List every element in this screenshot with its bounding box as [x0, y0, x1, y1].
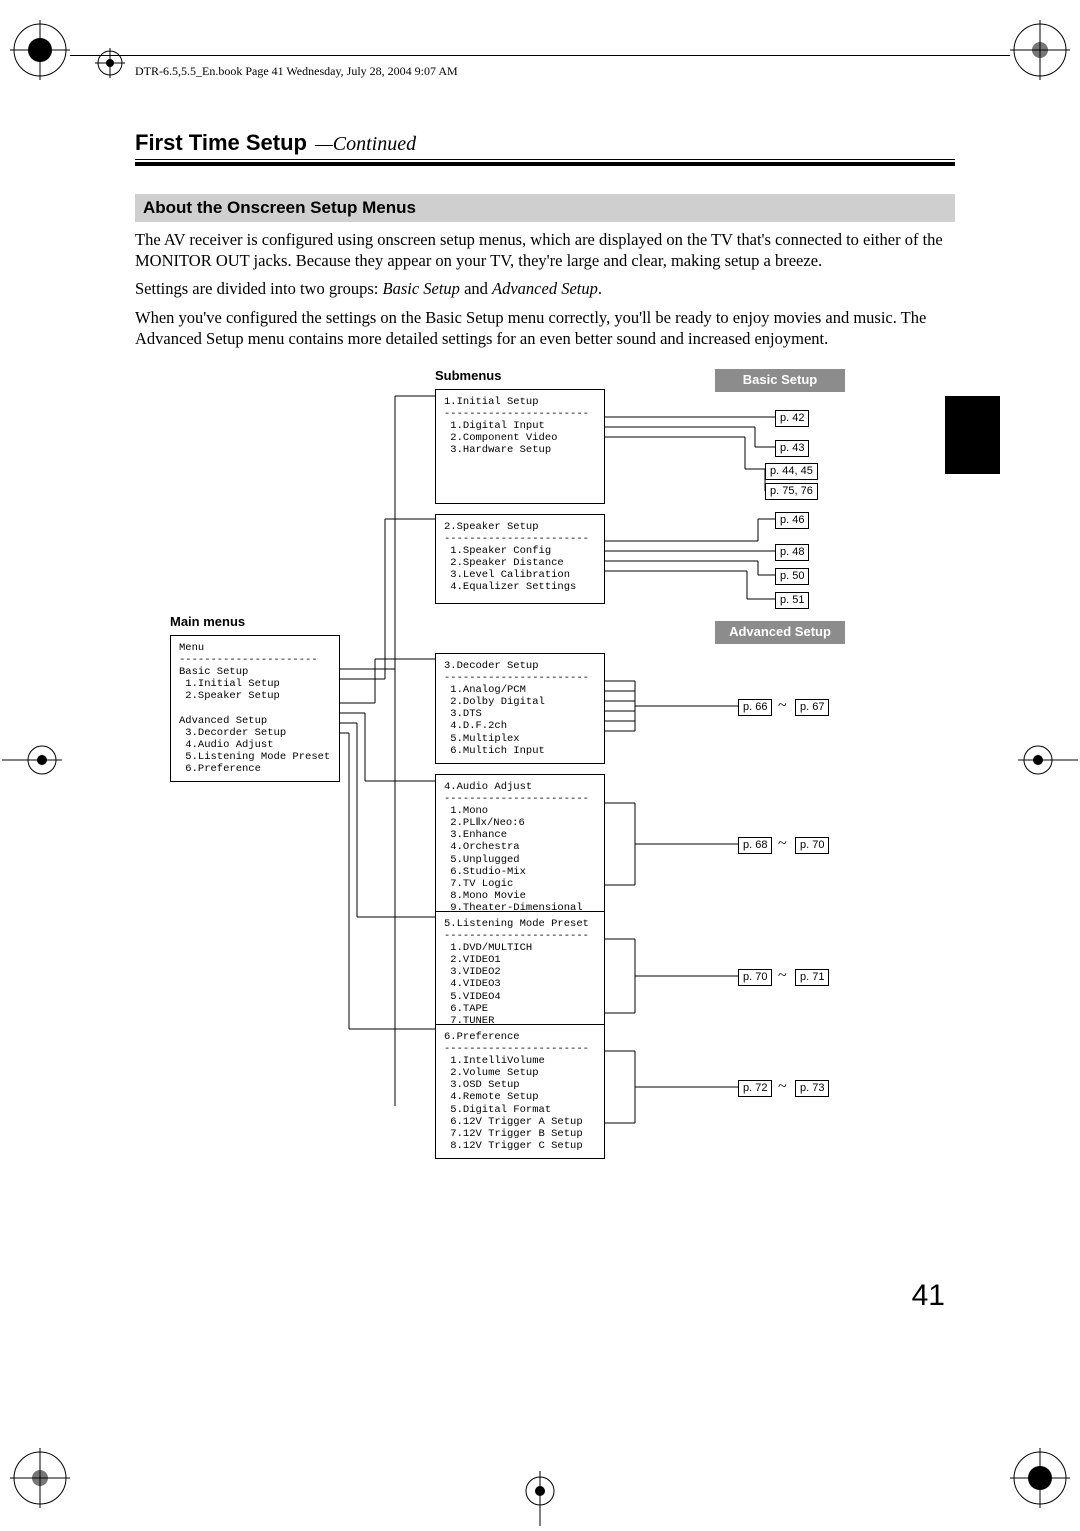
pageref-44-45: p. 44, 45 — [765, 463, 818, 480]
section-title-suffix: —Continued — [315, 133, 416, 155]
pageref-51: p. 51 — [775, 592, 809, 609]
pageref-46: p. 46 — [775, 512, 809, 529]
page-number: 41 — [912, 1279, 945, 1313]
crop-mark-br — [1010, 1448, 1070, 1508]
submenus-label: Submenus — [435, 369, 501, 384]
title-rule — [135, 162, 955, 166]
pageref-73: p. 73 — [795, 1080, 829, 1097]
pageref-42: p. 42 — [775, 410, 809, 427]
tilde-3: ~ — [778, 967, 787, 985]
subheading: About the Onscreen Setup Menus — [135, 194, 955, 222]
crop-mark-left — [2, 740, 62, 780]
pageref-70b: p. 70 — [738, 969, 772, 986]
tilde-2: ~ — [778, 835, 787, 853]
pageref-50: p. 50 — [775, 568, 809, 585]
crop-mark-bottom — [520, 1471, 560, 1526]
menu-diagram: Submenus Main menus Basic Setup Advanced… — [135, 369, 955, 1149]
submenu-preference: 6.Preference ----------------------- 1.I… — [435, 1024, 605, 1159]
pageref-75-76: p. 75, 76 — [765, 483, 818, 500]
pageref-67: p. 67 — [795, 699, 829, 716]
crop-mark-tl — [10, 20, 70, 80]
paragraph-1: The AV receiver is configured using onsc… — [135, 230, 955, 271]
crop-mark-right — [1018, 740, 1078, 780]
submenu-initial-setup: 1.Initial Setup ----------------------- … — [435, 389, 605, 504]
header-rule — [70, 55, 1010, 56]
paragraph-2: Settings are divided into two groups: Ba… — [135, 279, 955, 300]
submenu-audio-adjust: 4.Audio Adjust ----------------------- 1… — [435, 774, 605, 921]
pageref-70: p. 70 — [795, 837, 829, 854]
book-tag: DTR-6.5,5.5_En.book Page 41 Wednesday, J… — [135, 64, 458, 79]
submenu-speaker-setup: 2.Speaker Setup ----------------------- … — [435, 514, 605, 604]
crop-mark-tr — [1010, 20, 1070, 80]
crop-mark-bl — [10, 1448, 70, 1508]
section-title: First Time Setup — [135, 130, 307, 155]
paragraph-3: When you've configured the settings on t… — [135, 308, 955, 349]
main-menus-label: Main menus — [170, 615, 245, 630]
pageref-66: p. 66 — [738, 699, 772, 716]
page-body: First Time Setup —Continued About the On… — [135, 130, 955, 1149]
pageref-68: p. 68 — [738, 837, 772, 854]
tilde-4: ~ — [778, 1078, 787, 1096]
main-menu-box: Menu ---------------------- Basic Setup … — [170, 635, 340, 782]
submenu-decoder-setup: 3.Decoder Setup ----------------------- … — [435, 653, 605, 764]
basic-setup-pill: Basic Setup — [715, 369, 845, 392]
advanced-setup-pill: Advanced Setup — [715, 621, 845, 644]
pageref-71: p. 71 — [795, 969, 829, 986]
pageref-43: p. 43 — [775, 440, 809, 457]
pageref-72: p. 72 — [738, 1080, 772, 1097]
header-cross-icon — [95, 48, 125, 78]
pageref-48: p. 48 — [775, 544, 809, 561]
tilde-1: ~ — [778, 697, 787, 715]
